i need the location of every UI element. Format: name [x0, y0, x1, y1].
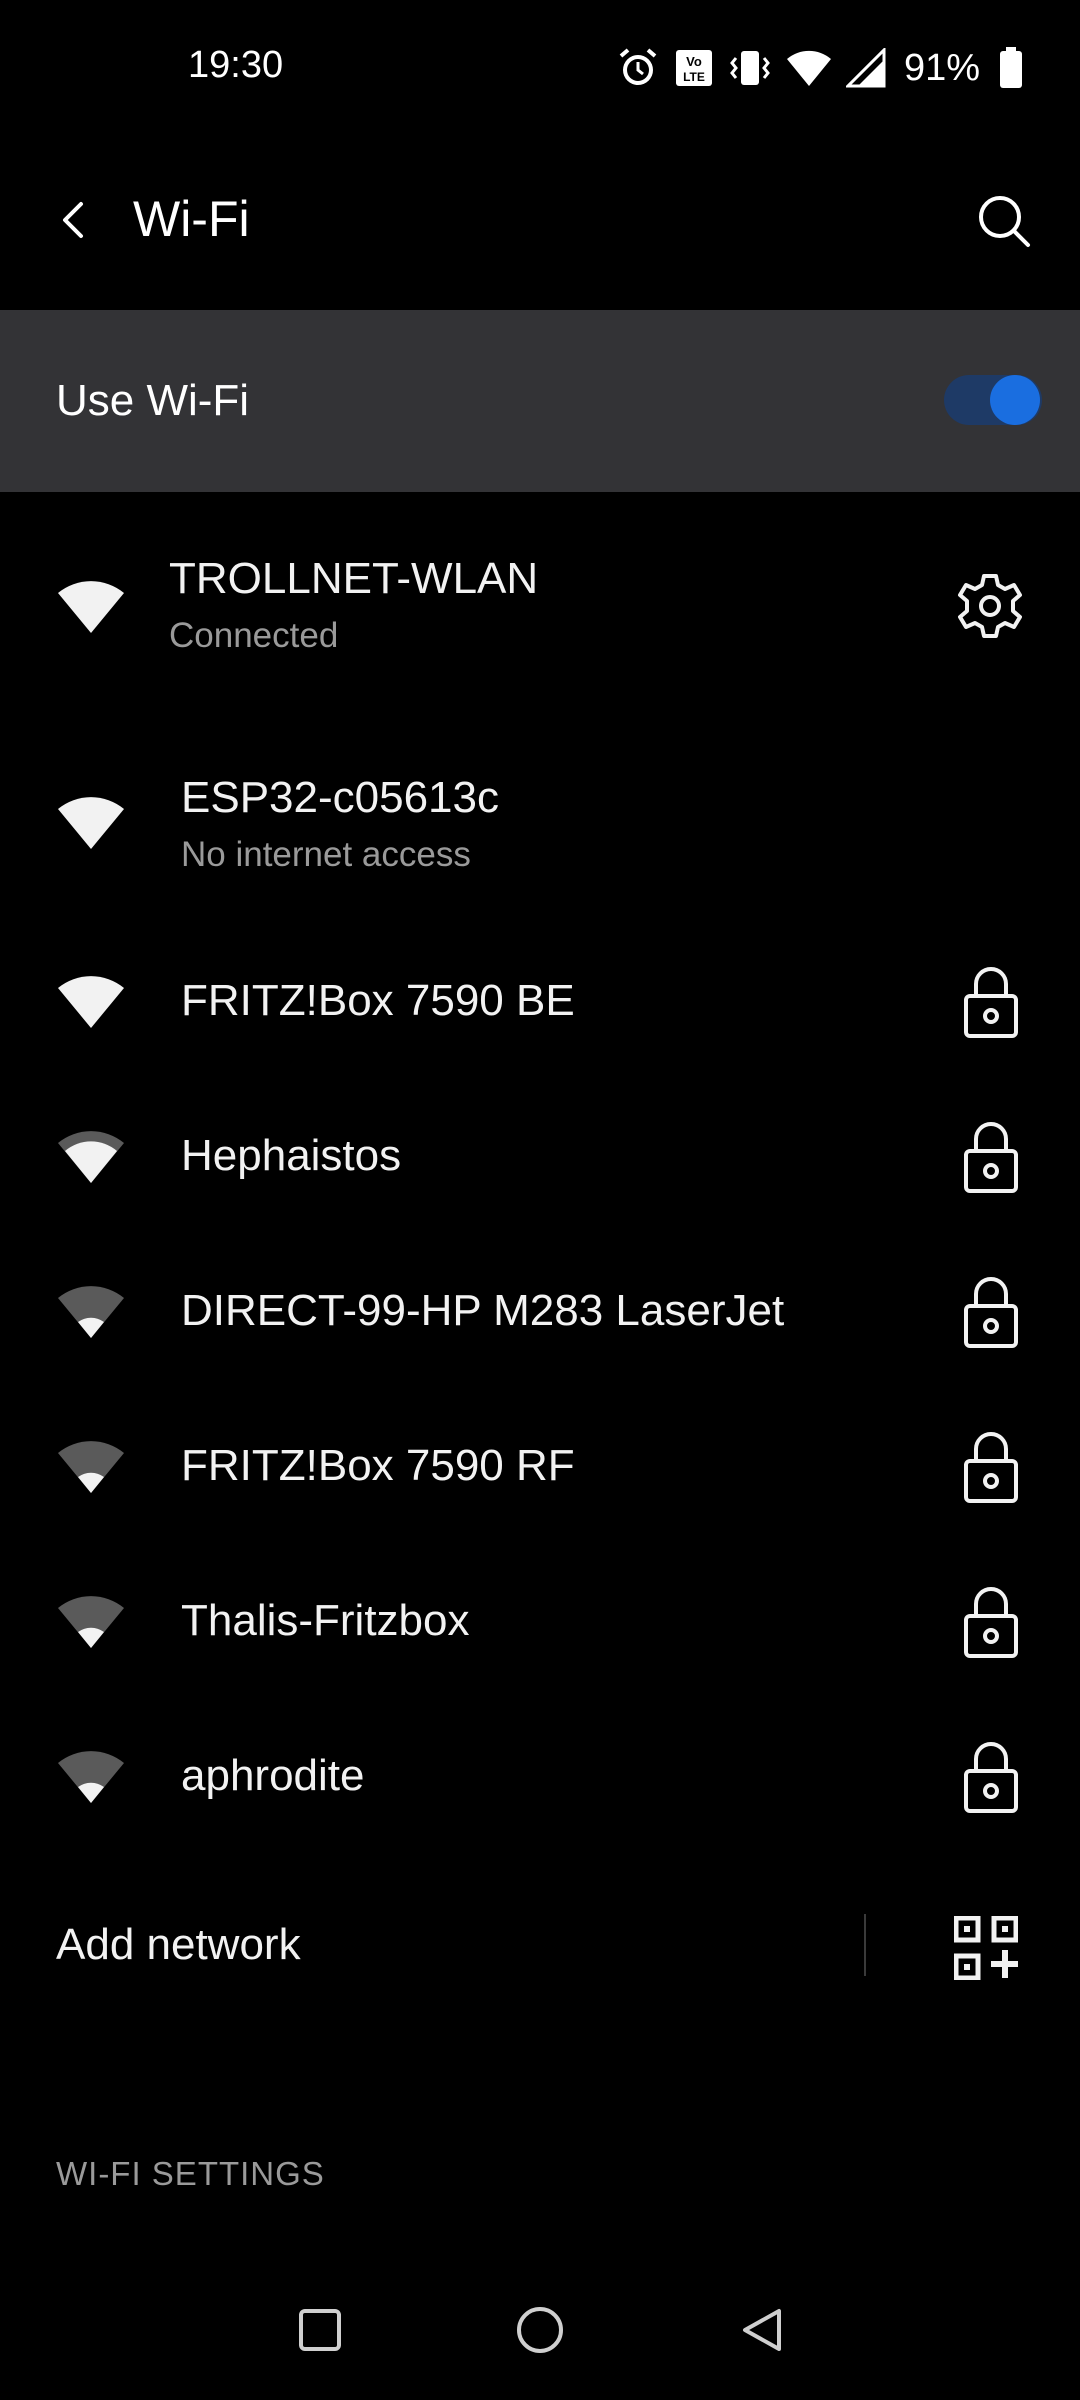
wifi-1-bar-icon — [58, 1596, 124, 1648]
network-name: FRITZ!Box 7590 BE — [181, 976, 575, 1025]
divider — [864, 1914, 866, 1976]
home-circle-icon — [517, 2307, 563, 2353]
lock-icon — [964, 1277, 1018, 1348]
network-row-trollnet[interactable]: TROLLNET-WLAN Connected — [0, 530, 1080, 680]
wifi-1-bar-icon — [58, 1751, 124, 1803]
recents-button[interactable] — [290, 2300, 350, 2360]
wifi-full-icon — [58, 976, 124, 1028]
page-title: Wi-Fi — [133, 191, 250, 247]
battery-percent: 91% — [903, 46, 980, 89]
network-name: Hephaistos — [181, 1131, 402, 1180]
navigation-bar — [0, 2260, 1080, 2400]
network-row-esp32[interactable]: ESP32-c05613c No internet access — [0, 745, 1080, 895]
svg-text:LTE: LTE — [683, 70, 705, 84]
lock-icon — [964, 1432, 1018, 1503]
battery-icon — [1000, 47, 1022, 88]
lock-icon — [964, 1587, 1018, 1658]
status-icons: Vo LTE 91% — [616, 40, 1024, 96]
lock-icon — [964, 1742, 1018, 1813]
app-bar: Wi-Fi — [0, 140, 1080, 310]
toggle-thumb — [990, 375, 1040, 425]
use-wifi-row[interactable]: Use Wi-Fi — [0, 310, 1080, 492]
status-time: 19:30 — [188, 44, 284, 86]
vibrate-icon — [730, 51, 770, 85]
cell-signal-icon — [845, 48, 886, 88]
back-arrow-icon — [63, 202, 83, 238]
wifi-3-bars-icon — [58, 1131, 124, 1183]
network-name: ESP32-c05613c — [181, 773, 499, 822]
alarm-icon — [619, 48, 657, 85]
add-network-button[interactable]: Add network — [56, 1920, 301, 1970]
network-name: TROLLNET-WLAN — [169, 554, 539, 603]
wifi-full-icon — [58, 581, 124, 633]
network-status: Connected — [169, 616, 339, 655]
network-status: No internet access — [181, 835, 471, 874]
add-network-row: Add network — [0, 1880, 1080, 2010]
network-row-thalis[interactable]: Thalis-Fritzbox — [0, 1548, 1080, 1698]
svg-text:Vo: Vo — [686, 54, 702, 69]
use-wifi-label: Use Wi-Fi — [56, 376, 250, 425]
wifi-1-bar-icon — [58, 1286, 124, 1338]
network-row-aphrodite[interactable]: aphrodite — [0, 1703, 1080, 1853]
back-button[interactable] — [42, 187, 108, 253]
qr-code-add-icon[interactable] — [954, 1916, 1018, 1980]
network-row-direct-hp[interactable]: DIRECT-99-HP M283 LaserJet — [0, 1238, 1080, 1388]
network-name: Thalis-Fritzbox — [181, 1596, 470, 1645]
network-name: aphrodite — [181, 1751, 365, 1800]
recents-square-icon — [299, 2309, 341, 2351]
wifi-full-icon — [58, 797, 124, 849]
back-triangle-icon — [743, 2309, 781, 2351]
search-icon — [979, 196, 1030, 247]
network-name: DIRECT-99-HP M283 LaserJet — [181, 1286, 785, 1335]
volte-icon: Vo LTE — [675, 50, 712, 86]
home-button[interactable] — [510, 2300, 570, 2360]
status-bar: 19:30 Vo LTE 91% — [0, 0, 1080, 140]
network-row-hephaistos[interactable]: Hephaistos — [0, 1083, 1080, 1233]
search-button[interactable] — [964, 181, 1044, 261]
gear-icon[interactable] — [950, 566, 1030, 646]
wifi-signal-icon — [786, 50, 831, 86]
nav-back-button[interactable] — [732, 2300, 792, 2360]
lock-icon — [964, 967, 1018, 1038]
use-wifi-toggle[interactable] — [944, 375, 1042, 425]
network-row-fritzbox-rf[interactable]: FRITZ!Box 7590 RF — [0, 1393, 1080, 1543]
network-name: FRITZ!Box 7590 RF — [181, 1441, 575, 1490]
lock-icon — [964, 1122, 1018, 1193]
wifi-1-bar-icon — [58, 1441, 124, 1493]
section-header-wifi-settings: WI-FI SETTINGS — [56, 2155, 325, 2192]
network-row-fritzbox-be[interactable]: FRITZ!Box 7590 BE — [0, 928, 1080, 1078]
